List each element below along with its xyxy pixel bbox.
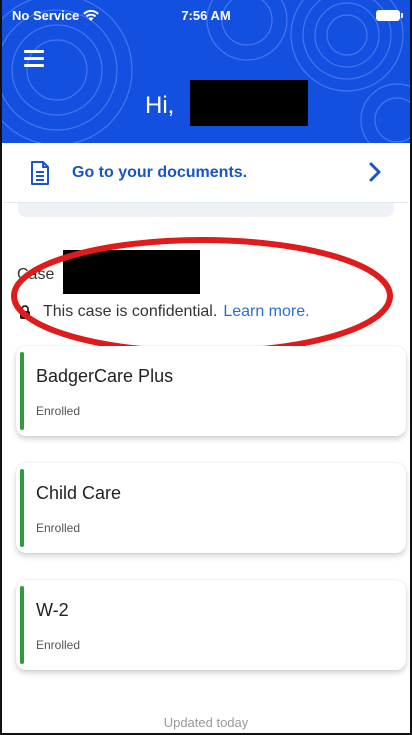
lock-icon	[20, 305, 30, 319]
app-screen: No Service 7:56 AM Hi, Go to your docume…	[0, 0, 412, 735]
enrolled-accent-bar	[20, 469, 24, 547]
confidential-text: This case is confidential.	[43, 303, 218, 320]
confidential-notice: This case is confidential. Learn more.	[19, 303, 310, 321]
status-time: 7:56 AM	[181, 8, 231, 23]
enrolled-accent-bar	[20, 352, 24, 430]
status-bar: No Service 7:56 AM	[12, 8, 403, 24]
documents-link-label: Go to your documents.	[72, 164, 248, 181]
document-icon	[31, 161, 49, 185]
program-card-w2[interactable]: W-2 Enrolled	[16, 580, 406, 670]
greeting-text: Hi,	[145, 92, 175, 119]
program-name: W-2	[36, 600, 69, 620]
wifi-icon	[83, 9, 100, 21]
chevron-right-icon	[369, 162, 381, 182]
redacted-name	[190, 80, 308, 126]
hamburger-menu-button[interactable]	[24, 50, 50, 70]
enrolled-accent-bar	[20, 586, 24, 664]
program-card-badgercare[interactable]: BadgerCare Plus Enrolled	[16, 346, 406, 436]
app-header: No Service 7:56 AM Hi,	[2, 0, 410, 143]
documents-link[interactable]: Go to your documents.	[4, 143, 408, 203]
program-card-child-care[interactable]: Child Care Enrolled	[16, 463, 406, 553]
program-status: Enrolled	[36, 521, 81, 535]
carrier-label: No Service	[12, 8, 80, 23]
program-status: Enrolled	[36, 638, 81, 652]
carrier-indicator: No Service	[12, 8, 100, 23]
battery-icon	[376, 10, 403, 21]
program-name: BadgerCare Plus	[36, 366, 174, 386]
menu-icon-bar	[24, 64, 44, 67]
menu-icon	[24, 50, 44, 53]
section-divider	[18, 203, 394, 217]
case-label: Case	[17, 266, 55, 283]
learn-more-link[interactable]: Learn more.	[223, 303, 309, 321]
updated-timestamp: Updated today	[163, 715, 249, 730]
menu-icon-bar	[24, 57, 44, 60]
redacted-case-number	[63, 250, 200, 294]
program-status: Enrolled	[36, 404, 81, 418]
program-name: Child Care	[36, 483, 122, 503]
